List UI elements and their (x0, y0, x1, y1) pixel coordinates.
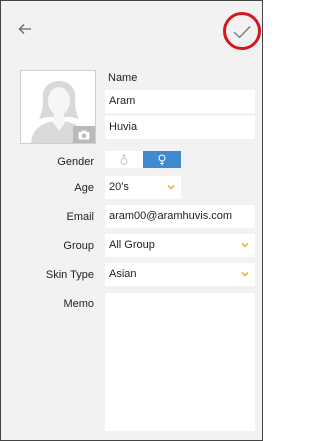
top-bar (1, 1, 262, 63)
age-select[interactable]: 20's (105, 176, 181, 199)
check-icon[interactable] (232, 24, 252, 40)
profile-edit-screen: Name Aram Huvia Gender Age 20's Email ar… (0, 0, 263, 441)
email-label: Email (66, 211, 94, 223)
chevron-down-icon (241, 243, 249, 248)
chevron-down-icon (241, 272, 249, 277)
gender-label: Gender (57, 156, 94, 168)
skin-type-value: Asian (109, 268, 137, 280)
chevron-down-icon (167, 185, 175, 190)
email-field[interactable]: aram00@aramhuvis.com (105, 205, 255, 228)
female-icon (158, 154, 166, 165)
memo-label: Memo (63, 298, 94, 310)
group-select[interactable]: All Group (105, 234, 255, 257)
group-label: Group (63, 240, 94, 252)
age-label: Age (74, 182, 94, 194)
age-value: 20's (109, 181, 129, 193)
skin-type-select[interactable]: Asian (105, 263, 255, 286)
first-name-field[interactable]: Aram (105, 90, 255, 113)
name-label: Name (108, 72, 138, 84)
back-arrow-icon[interactable] (17, 21, 33, 37)
male-icon (120, 153, 128, 165)
gender-toggle (105, 151, 181, 168)
gender-female-button[interactable] (143, 151, 181, 168)
gender-male-button[interactable] (105, 151, 143, 168)
group-value: All Group (109, 239, 155, 251)
skin-type-label: Skin Type (45, 269, 94, 281)
profile-photo[interactable] (20, 70, 96, 144)
last-name-field[interactable]: Huvia (105, 116, 255, 139)
memo-textarea[interactable] (105, 293, 255, 431)
camera-icon[interactable] (73, 126, 95, 143)
